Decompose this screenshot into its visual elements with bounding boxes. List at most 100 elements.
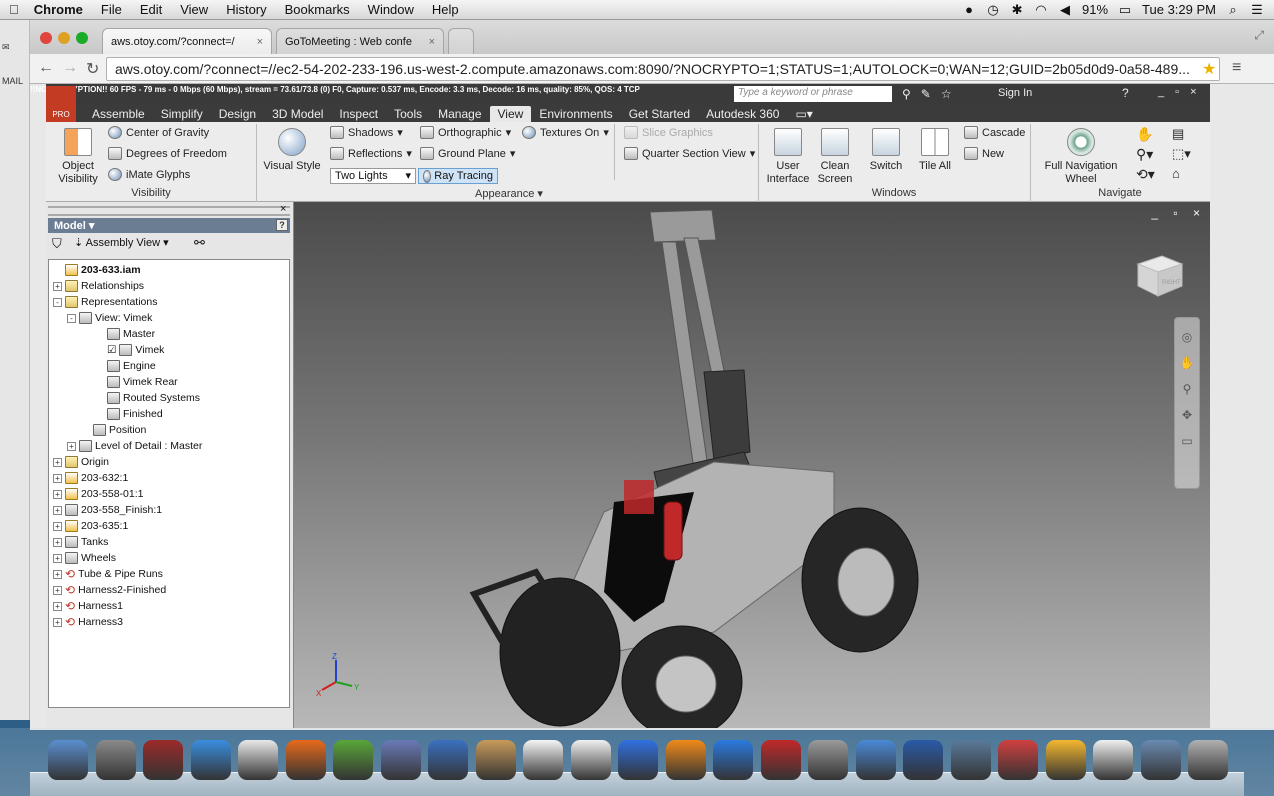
notification-center-icon[interactable]: ☰ xyxy=(1250,2,1264,18)
windows-panel-label[interactable]: Windows xyxy=(758,187,1030,199)
tree-node[interactable]: Routed Systems xyxy=(95,390,200,406)
tab-autodesk-360[interactable]: Autodesk 360 xyxy=(698,106,787,122)
tile-all-button[interactable]: Tile All xyxy=(912,128,958,173)
expand-icon[interactable]: + xyxy=(53,489,62,499)
browser-grip[interactable] xyxy=(48,206,290,216)
imate-glyphs-button[interactable]: iMate Glyphs xyxy=(108,168,190,181)
menu-help[interactable]: Help xyxy=(423,2,468,17)
tree-node[interactable]: - View: Vimek xyxy=(67,310,152,326)
expand-icon[interactable]: + xyxy=(53,617,62,627)
menu-edit[interactable]: Edit xyxy=(131,2,171,17)
tree-node[interactable]: Master xyxy=(95,326,155,342)
battery-icon[interactable]: ▭ xyxy=(1118,2,1132,18)
tree-node[interactable]: +203-632:1 xyxy=(53,470,128,486)
spotlight-icon[interactable]: ⌕ xyxy=(1226,2,1240,18)
tree-node[interactable]: Engine xyxy=(95,358,156,374)
new-window-button[interactable]: New xyxy=(964,147,1004,160)
tree-node[interactable]: Position xyxy=(81,422,146,438)
full-navigation-wheel-button[interactable]: Full Navigation Wheel xyxy=(1036,128,1126,186)
visual-style-button[interactable]: Visual Style xyxy=(260,128,324,173)
tab-assemble[interactable]: Assemble xyxy=(84,106,153,122)
tree-node[interactable]: - Representations xyxy=(53,294,157,310)
tab-manage[interactable]: Manage xyxy=(430,106,489,122)
tree-node[interactable]: + Tanks xyxy=(53,534,108,550)
viewcube[interactable]: RIGHT xyxy=(1132,250,1186,300)
apple-menu-icon[interactable]:  xyxy=(0,2,28,17)
slice-graphics-button[interactable]: Slice Graphics xyxy=(624,126,713,139)
zoom-window-button[interactable] xyxy=(76,32,88,44)
tab-get-started[interactable]: Get Started xyxy=(621,106,698,122)
wifi-icon[interactable]: ◠ xyxy=(1034,2,1048,18)
dock-remote-desktop-icon[interactable]: Remote Desktop xyxy=(998,740,1038,780)
dock-launchpad-icon[interactable]: Launchpad xyxy=(95,740,136,780)
assembly-view-combo[interactable]: ⇣ Assembly View ▾ xyxy=(74,236,169,249)
collapse-icon[interactable]: - xyxy=(53,297,62,307)
graphics-viewport[interactable]: _ ▫ × RIGHT ◎ ✋ ⚲ ✥ ▭ Z X Y xyxy=(294,202,1210,728)
dock-safari-icon[interactable]: Safari xyxy=(190,740,231,780)
expand-icon[interactable]: + xyxy=(53,537,62,547)
reload-icon[interactable]: ↻ xyxy=(86,59,99,79)
lights-combo[interactable]: Two Lights ▾ xyxy=(330,168,416,184)
dock-downloads-icon[interactable]: Downloads xyxy=(1140,740,1181,780)
tab-close-icon[interactable]: × xyxy=(251,36,263,48)
new-tab-button[interactable] xyxy=(448,28,474,54)
tree-node[interactable]: + ⟲ Harness3 xyxy=(53,614,123,630)
quarter-section-view-button[interactable]: Quarter Section View ▾ xyxy=(624,147,755,160)
tree-node[interactable]: + Origin xyxy=(53,454,109,470)
search-tools-icon[interactable]: ⚲✎☆ xyxy=(902,87,962,101)
appearance-panel-label[interactable]: Appearance ▾ xyxy=(260,187,758,200)
address-bar[interactable]: aws.otoy.com/?connect=//ec2-54-202-233-1… xyxy=(106,57,1220,81)
help-icon[interactable]: ? xyxy=(1122,86,1129,100)
tree-node[interactable]: + Wheels xyxy=(53,550,116,566)
dock-chrome-icon[interactable]: Chrome xyxy=(238,740,278,780)
app-button[interactable]: PRO xyxy=(46,86,76,122)
switch-button[interactable]: Switch xyxy=(864,128,908,173)
expand-icon[interactable]: + xyxy=(53,521,62,531)
tab-otoy[interactable]: aws.otoy.com/?connect=/ × xyxy=(102,28,272,54)
dock-reminders-icon[interactable]: Reminders xyxy=(570,740,611,780)
help-search-input[interactable]: Type a keyword or phrase xyxy=(734,86,892,102)
degrees-of-freedom-button[interactable]: Degrees of Freedom xyxy=(108,147,227,160)
cascade-button[interactable]: Cascade xyxy=(964,126,1025,139)
dock-trash-icon[interactable]: Trash xyxy=(1188,740,1228,780)
dock-finder-icon[interactable]: Finder xyxy=(48,740,88,780)
close-window-button[interactable] xyxy=(40,32,52,44)
fullscreen-icon[interactable]: ⤢ xyxy=(1254,28,1264,43)
menu-window[interactable]: Window xyxy=(359,2,423,17)
tab-design[interactable]: Design xyxy=(211,106,264,122)
viewport-window-controls[interactable]: _ ▫ × xyxy=(1151,206,1206,220)
bluetooth-icon[interactable]: ✱ xyxy=(1010,2,1024,18)
dock-photo-booth-icon[interactable]: Photo Booth xyxy=(143,740,183,780)
menu-view[interactable]: View xyxy=(171,2,217,17)
sign-in-link[interactable]: Sign In xyxy=(998,87,1032,99)
find-binoculars-icon[interactable]: ⚯ xyxy=(194,235,205,251)
dock-quicktime-icon[interactable]: Quicktime xyxy=(903,740,943,780)
center-of-gravity-button[interactable]: Center of Gravity xyxy=(108,126,209,139)
tree-node[interactable]: 203-633.iam xyxy=(53,262,141,278)
tree-node[interactable]: + ⟲ Tube & Pipe Runs xyxy=(53,566,163,582)
tree-node[interactable]: + ⟲ Harness1 xyxy=(53,598,123,614)
dock-documents-icon[interactable]: Documents xyxy=(1093,740,1133,780)
object-visibility-button[interactable]: Object Visibility xyxy=(50,128,106,186)
steering-wheel-icon[interactable]: ◎ xyxy=(1175,330,1199,344)
orthographic-button[interactable]: Orthographic ▾ xyxy=(420,126,511,139)
tab-close-icon[interactable]: × xyxy=(423,36,435,48)
home-view-icon[interactable]: ⌂ xyxy=(1172,166,1180,181)
pan-icon[interactable]: ✋ xyxy=(1175,356,1199,370)
collapse-icon[interactable]: - xyxy=(67,313,76,323)
visibility-panel-label[interactable]: Visibility xyxy=(46,187,256,199)
menu-file[interactable]: File xyxy=(92,2,131,17)
dock-evernote-icon[interactable]: Evernote xyxy=(333,740,373,780)
tree-node[interactable]: + Relationships xyxy=(53,278,144,294)
dock-acrobat-icon[interactable]: Acrobat xyxy=(760,740,801,780)
dock-preview-icon[interactable]: Preview xyxy=(855,740,896,780)
shadows-button[interactable]: Shadows ▾ xyxy=(330,126,403,139)
check-icon[interactable]: ☑ xyxy=(107,342,116,358)
dock-contacts-icon[interactable]: Contacts xyxy=(475,740,516,780)
clean-screen-button[interactable]: Clean Screen xyxy=(814,128,856,186)
menu-history[interactable]: History xyxy=(217,2,275,17)
time-machine-icon[interactable]: ◷ xyxy=(986,2,1000,18)
browser-help-icon[interactable]: ? xyxy=(276,219,288,231)
window-controls[interactable]: _ ▫ × xyxy=(1158,86,1201,98)
tab-3d-model[interactable]: 3D Model xyxy=(264,106,331,122)
